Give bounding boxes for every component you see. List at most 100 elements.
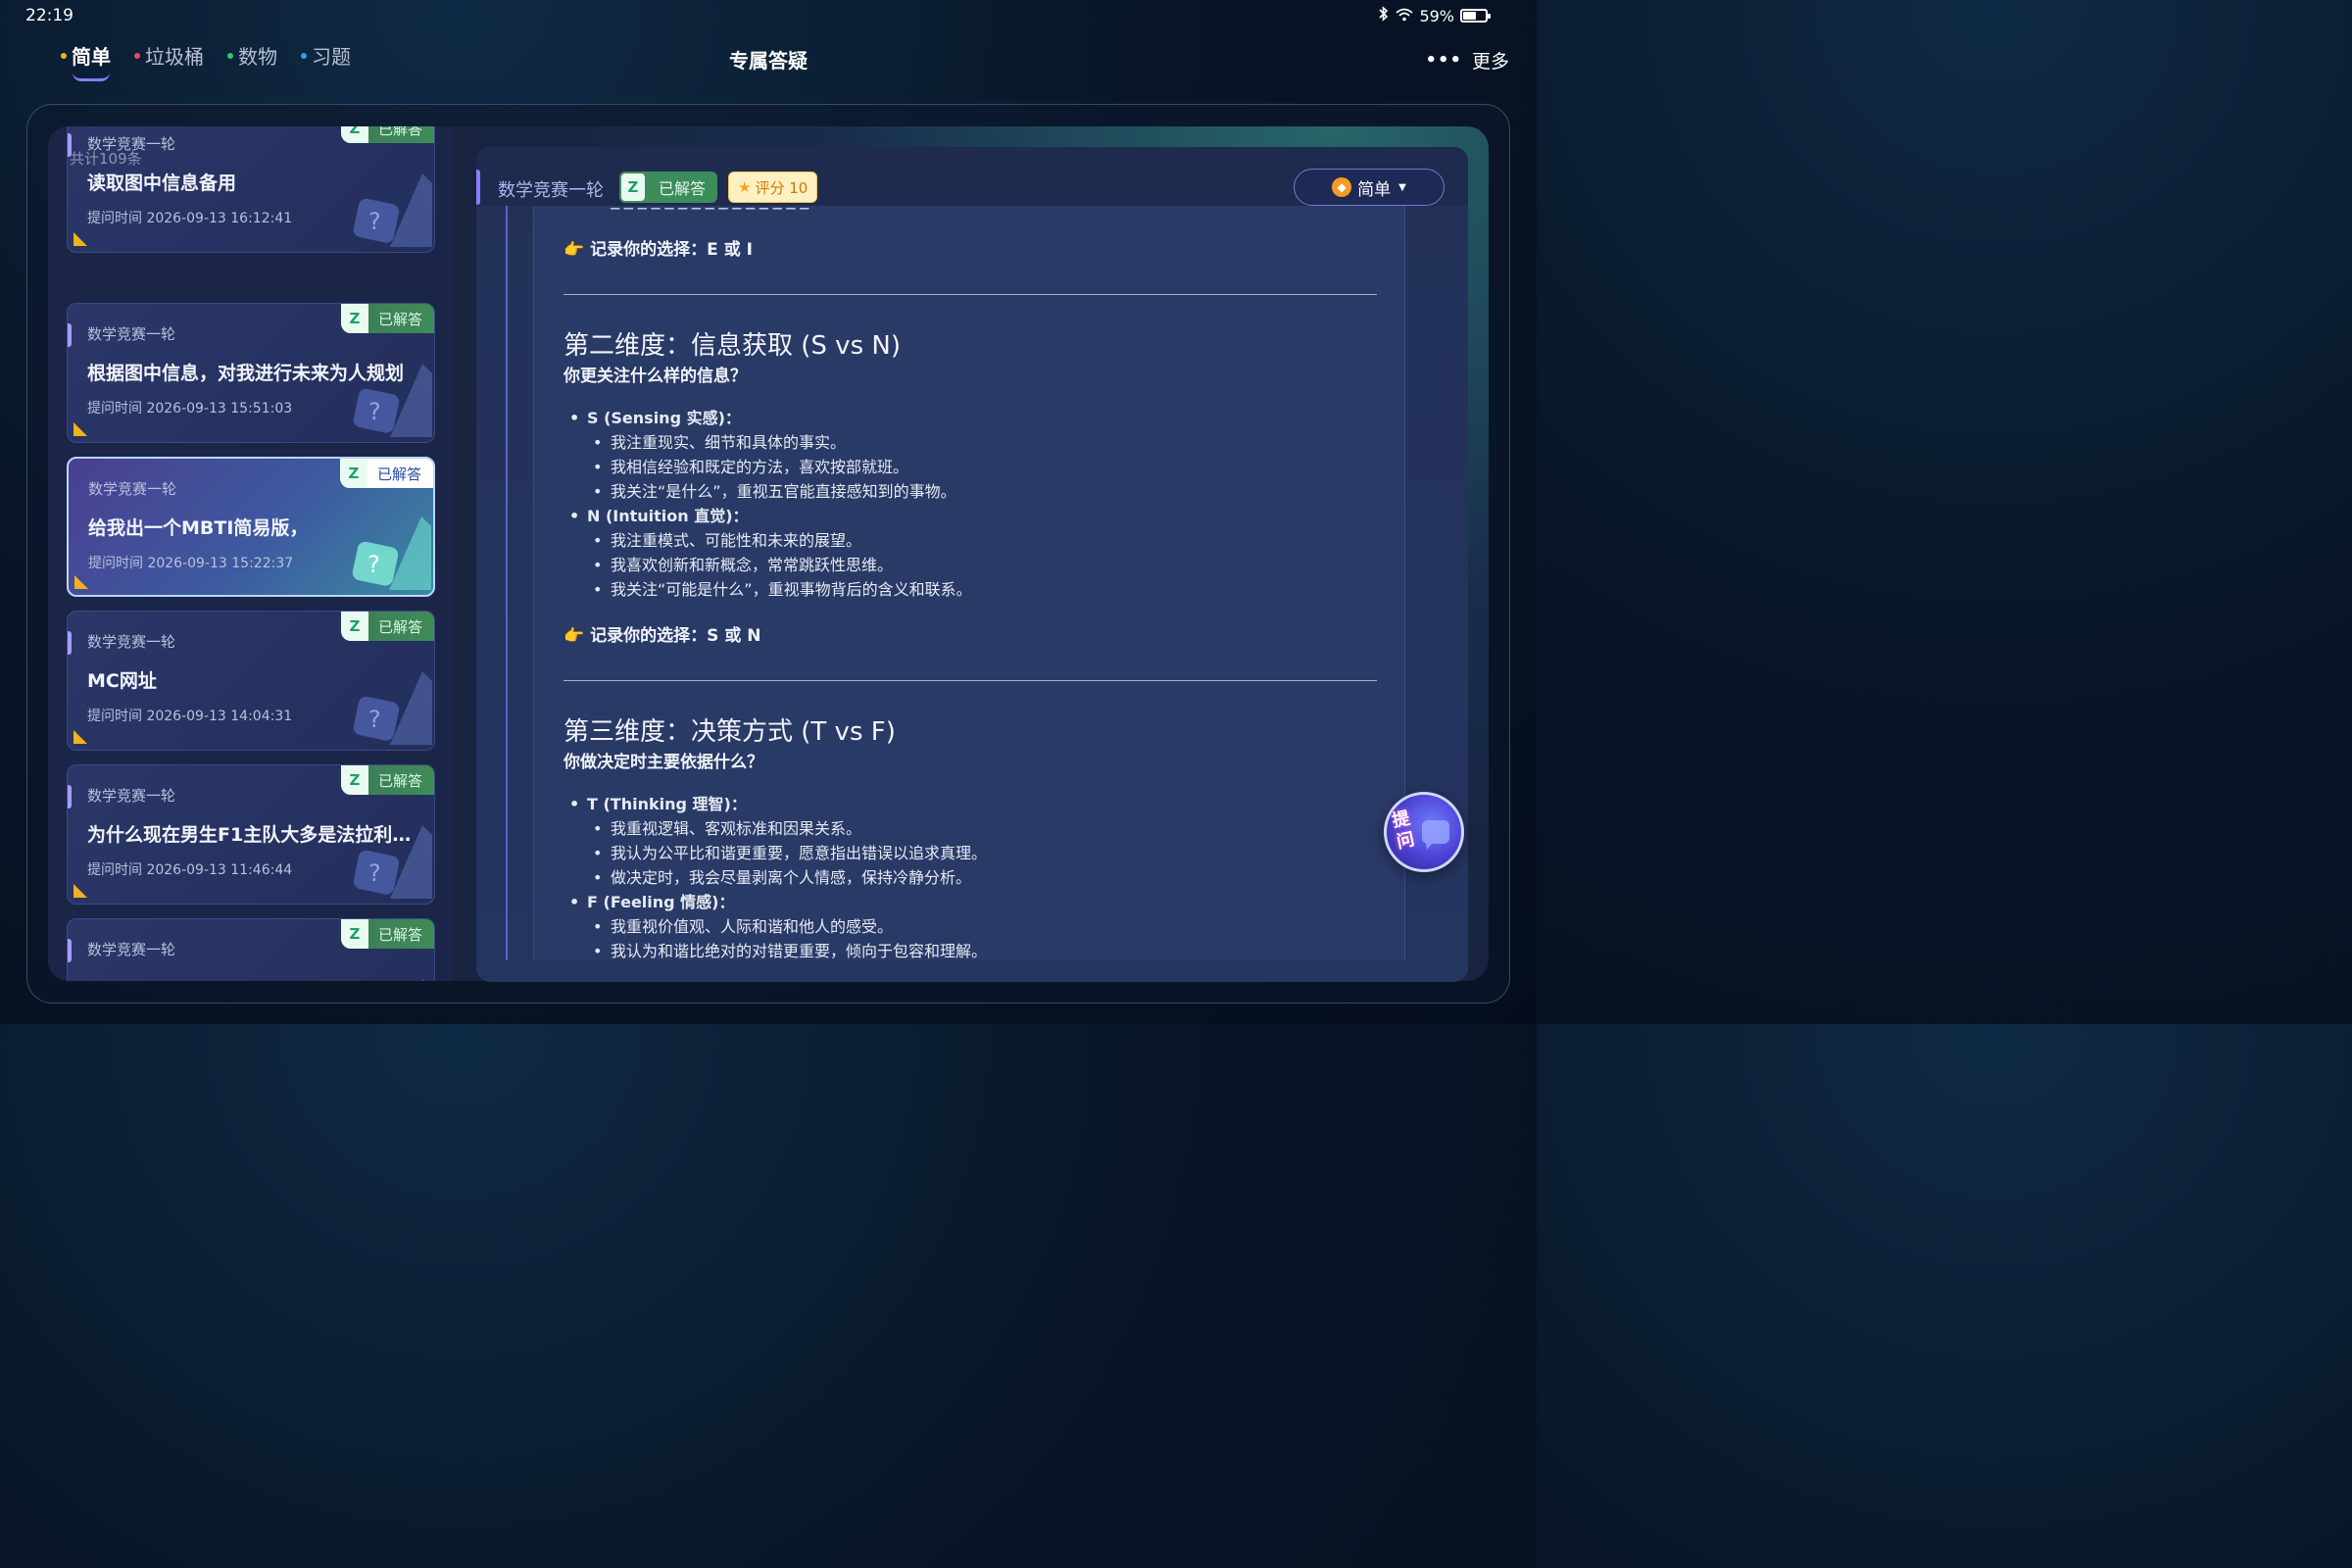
dimension-3-list: T (Thinking 理智)： 我重视逻辑、客观标准和因果关系。 我认为公平比… — [569, 792, 1373, 960]
list-subitem: 我关注“可能是什么”，重视事物背后的含义和联系。 — [569, 577, 1373, 602]
z-icon: Z — [340, 126, 368, 143]
card-time: 提问时间 2026-09-13 16:12:41 — [87, 211, 293, 226]
card-category: 数学竞赛一轮 — [87, 633, 176, 651]
list-subitem: 我认为公平比和谐更重要，愿意指出错误以追求真理。 — [569, 841, 1373, 865]
question-card[interactable]: 数学竞赛一轮 MC网址 提问时间 2026-09-13 14:04:31 Z 已解… — [67, 611, 435, 751]
list-subitem: 做决定时，我会尽量剥离个人情感，保持冷静分析。 — [569, 865, 1373, 890]
more-dots-icon: ••• — [1425, 50, 1462, 71]
caret-down-icon: ▼ — [1398, 181, 1406, 193]
tab-dot — [134, 52, 140, 59]
list-subitem: 我注重现实、细节和具体的事实。 — [569, 430, 1373, 455]
z-icon: Z — [340, 919, 368, 949]
dimension-2-title: 第二维度：信息获取 (S vs N) — [564, 331, 901, 361]
list-subitem: 我喜欢创新和新概念，常常跳跃性思维。 — [569, 553, 1373, 577]
corner-mark-icon — [74, 232, 87, 246]
clipped-text-line: ─ ─ ─ ─ ─ ─ ─ ─ ─ ─ ─ ─ ─ ─ ─ — [611, 206, 809, 218]
list-item: N (Intuition 直觉)： — [569, 504, 1373, 528]
card-accent — [68, 785, 72, 808]
score-badge: ★ 评分 10 — [728, 172, 818, 203]
question-card[interactable]: 数学竞赛一轮 根据图中信息，对我进行未来为人规划 提问时间 2026-09-13… — [67, 303, 435, 443]
card-time: 提问时间 2026-09-13 15:51:03 — [87, 401, 293, 416]
pointing-hand-icon: 👉 — [564, 626, 585, 646]
answered-badge: Z 已解答 — [340, 765, 434, 795]
svg-text:?: ? — [368, 398, 381, 425]
list-subitem: 我注重模式、可能性和未来的展望。 — [569, 528, 1373, 553]
tab-math-physics[interactable]: 数物 — [227, 41, 277, 70]
answer-detail: ─ ─ ─ ─ ─ ─ ─ ─ ─ ─ ─ ─ ─ ─ ─ 👉 记录你的选择：E … — [476, 147, 1468, 982]
card-time: 提问时间 2026-09-13 14:04:31 — [87, 709, 293, 724]
tab-dot — [227, 52, 233, 59]
question-bubble-icon: ? — [353, 671, 432, 745]
z-icon: Z — [339, 459, 368, 488]
header-accent — [476, 170, 480, 205]
question-bubble-icon: ? — [352, 516, 431, 590]
question-card[interactable]: 数学竞赛一轮 读取图中信息备用 提问时间 2026-09-13 16:12:41… — [67, 126, 435, 253]
wifi-icon — [1396, 7, 1414, 25]
question-card[interactable]: 数学竞赛一轮 Z 已解答 — [67, 918, 435, 981]
tag-icon: ◆ — [1332, 177, 1352, 197]
z-icon: Z — [619, 172, 647, 203]
dimension-3-title: 第三维度：决策方式 (T vs F) — [564, 717, 896, 747]
question-card[interactable]: 数学竞赛一轮 为什么现在男生F1主队大多是法拉利… 提问时间 2026-09-1… — [67, 764, 435, 905]
svg-text:?: ? — [368, 859, 381, 887]
list-subitem: 我重视逻辑、客观标准和因果关系。 — [569, 816, 1373, 841]
tab-dot — [61, 52, 67, 59]
dimension-2-list: S (Sensing 实感)： 我注重现实、细节和具体的事实。 我相信经验和既定… — [569, 406, 1373, 602]
bluetooth-icon — [1378, 6, 1390, 25]
answered-badge: Z 已解答 — [340, 919, 434, 949]
battery-percent: 59% — [1419, 6, 1454, 25]
list-item: S (Sensing 实感)： — [569, 406, 1373, 430]
z-icon: Z — [340, 612, 368, 641]
answered-badge: Z 已解答 — [339, 459, 433, 488]
answered-badge: Z 已解答 — [340, 304, 434, 333]
corner-mark-icon — [74, 422, 87, 436]
card-category: 数学竞赛一轮 — [87, 941, 176, 958]
card-accent — [68, 323, 72, 347]
z-icon: Z — [340, 304, 368, 333]
card-category: 数学竞赛一轮 — [88, 480, 177, 498]
svg-text:?: ? — [368, 208, 381, 235]
card-category: 数学竞赛一轮 — [87, 325, 176, 343]
tab-simple[interactable]: 简单 — [61, 41, 111, 81]
thread-line — [506, 206, 508, 960]
detail-header: 数学竞赛一轮 Z 已解答 ★ 评分 10 ◆ 简单 ▼ — [476, 147, 1468, 206]
status-bar: 22:19 59% — [0, 0, 1537, 31]
corner-mark-icon — [74, 730, 87, 744]
z-icon: Z — [340, 765, 368, 795]
record-choice-1: 👉 记录你的选择：E 或 I — [564, 240, 753, 260]
svg-text:?: ? — [368, 551, 380, 578]
question-card-selected[interactable]: 数学竞赛一轮 给我出一个MBTI简易版， 提问时间 2026-09-13 15:… — [67, 457, 435, 597]
divider — [564, 294, 1377, 295]
difficulty-dropdown[interactable]: ◆ 简单 ▼ — [1294, 169, 1445, 206]
tab-exercises[interactable]: 习题 — [301, 41, 351, 70]
question-bubble-icon: ? — [353, 364, 432, 437]
ask-bubble-icon — [1422, 820, 1449, 850]
card-time: 提问时间 2026-09-13 15:22:37 — [88, 556, 294, 571]
record-choice-2: 👉 记录你的选择：S 或 N — [564, 626, 761, 646]
detail-category: 数学竞赛一轮 — [498, 180, 604, 201]
card-accent — [68, 631, 72, 655]
tab-dot — [301, 52, 307, 59]
question-list-panel[interactable]: 数学竞赛一轮 读取图中信息备用 提问时间 2026-09-13 16:12:41… — [48, 126, 454, 981]
list-subitem: 我重视价值观、人际和谐和他人的感受。 — [569, 914, 1373, 939]
dimension-2-question: 你更关注什么样的信息？ — [564, 367, 747, 386]
list-subitem: 我关注“是什么”，重视五官能直接感知到的事物。 — [569, 479, 1373, 504]
answered-badge: Z 已解答 — [619, 172, 718, 203]
ask-question-button[interactable]: 提问 — [1384, 792, 1464, 872]
card-accent — [68, 939, 72, 962]
corner-mark-icon — [74, 575, 88, 589]
answered-badge: Z 已解答 — [340, 612, 434, 641]
battery-icon — [1460, 9, 1491, 23]
card-category: 数学竞赛一轮 — [87, 787, 176, 805]
answered-badge: Z 已解答 — [340, 126, 434, 143]
list-subitem: 我相信经验和既定的方法，喜欢按部就班。 — [569, 455, 1373, 479]
answer-content[interactable]: ─ ─ ─ ─ ─ ─ ─ ─ ─ ─ ─ ─ ─ ─ ─ 👉 记录你的选择：E … — [533, 206, 1405, 960]
more-button[interactable]: ••• 更多 — [1425, 47, 1509, 74]
tab-trash[interactable]: 垃圾桶 — [134, 41, 204, 70]
category-tabs: 简单 垃圾桶 数物 习题 — [61, 41, 351, 81]
list-item: F (Feeling 情感)： — [569, 890, 1373, 914]
question-bubble-icon: ? — [353, 173, 432, 247]
list-item: T (Thinking 理智)： — [569, 792, 1373, 816]
list-subitem: 我认为和谐比绝对的对错更重要，倾向于包容和理解。 — [569, 939, 1373, 960]
pointing-hand-icon: 👉 — [564, 240, 585, 260]
